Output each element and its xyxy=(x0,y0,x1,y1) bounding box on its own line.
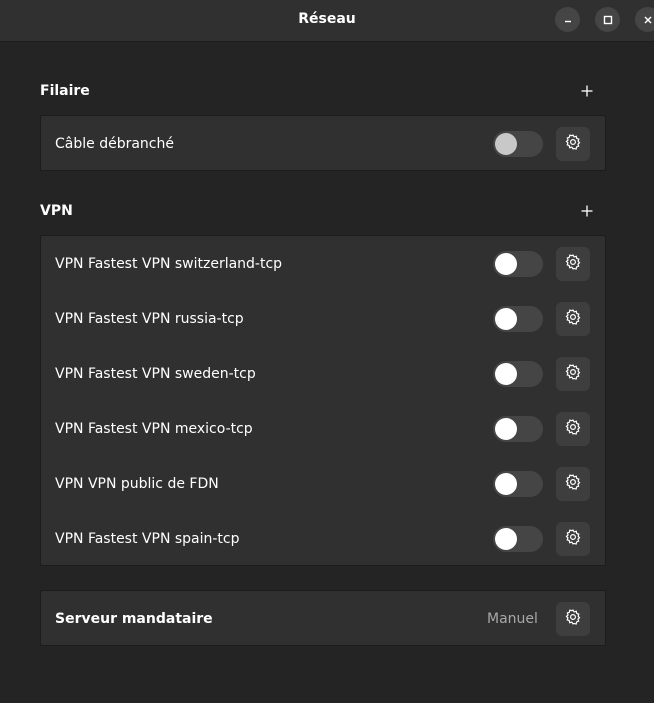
gear-icon xyxy=(564,473,582,495)
vpn-toggle[interactable] xyxy=(493,305,543,332)
proxy-label: Serveur mandataire xyxy=(55,610,213,627)
wired-toggle[interactable] xyxy=(493,130,543,157)
vpn-settings-button[interactable] xyxy=(556,301,590,336)
close-button[interactable] xyxy=(635,7,654,32)
vpn-toggle[interactable] xyxy=(493,525,543,552)
gear-icon xyxy=(564,363,582,385)
vpn-settings-button[interactable] xyxy=(556,411,590,446)
vpn-label: VPN Fastest VPN mexico-tcp xyxy=(55,420,253,437)
minimize-button[interactable] xyxy=(555,7,580,32)
gear-icon xyxy=(564,308,582,330)
vpn-card: VPN Fastest VPN switzerland-tcp VPN Fast… xyxy=(40,235,606,566)
gear-icon xyxy=(564,133,582,155)
plus-icon xyxy=(581,202,593,221)
list-item: VPN Fastest VPN mexico-tcp xyxy=(41,401,605,456)
gear-icon xyxy=(564,528,582,550)
wired-section-title: Filaire xyxy=(40,83,90,99)
plus-icon xyxy=(581,82,593,101)
proxy-mode-value: Manuel xyxy=(487,610,538,627)
maximize-icon xyxy=(603,15,613,25)
list-item: VPN Fastest VPN sweden-tcp xyxy=(41,346,605,401)
list-item: VPN Fastest VPN switzerland-tcp xyxy=(41,236,605,291)
title-bar: Réseau xyxy=(0,0,654,42)
wired-card: Câble débranché xyxy=(40,115,606,171)
list-item: VPN Fastest VPN russia-tcp xyxy=(41,291,605,346)
vpn-label: VPN VPN public de FDN xyxy=(55,475,219,492)
close-icon xyxy=(643,15,653,25)
vpn-settings-button[interactable] xyxy=(556,521,590,556)
vpn-toggle[interactable] xyxy=(493,360,543,387)
maximize-button[interactable] xyxy=(595,7,620,32)
vpn-label: VPN Fastest VPN spain-tcp xyxy=(55,530,240,547)
proxy-card: Serveur mandataire Manuel xyxy=(40,590,606,646)
vpn-label: VPN Fastest VPN russia-tcp xyxy=(55,310,244,327)
wired-settings-button[interactable] xyxy=(556,126,590,161)
gear-icon xyxy=(564,418,582,440)
list-item: VPN Fastest VPN spain-tcp xyxy=(41,511,605,566)
vpn-toggle[interactable] xyxy=(493,470,543,497)
network-settings-window: Réseau Filaire Câble débranché VPN VPN F… xyxy=(0,0,654,703)
gear-icon xyxy=(564,608,582,630)
vpn-toggle[interactable] xyxy=(493,250,543,277)
gear-icon xyxy=(564,253,582,275)
vpn-toggle[interactable] xyxy=(493,415,543,442)
wired-connection-label: Câble débranché xyxy=(55,135,174,152)
vpn-section-title: VPN xyxy=(40,203,73,219)
list-item: VPN VPN public de FDN xyxy=(41,456,605,511)
minimize-icon xyxy=(563,15,573,25)
proxy-settings-button[interactable] xyxy=(556,601,590,636)
vpn-settings-button[interactable] xyxy=(556,466,590,501)
vpn-label: VPN Fastest VPN switzerland-tcp xyxy=(55,255,283,272)
list-item: Câble débranché xyxy=(41,116,605,171)
vpn-settings-button[interactable] xyxy=(556,356,590,391)
add-vpn-button[interactable] xyxy=(578,202,596,220)
add-wired-button[interactable] xyxy=(578,82,596,100)
vpn-settings-button[interactable] xyxy=(556,246,590,281)
proxy-row[interactable]: Serveur mandataire Manuel xyxy=(41,591,605,646)
vpn-label: VPN Fastest VPN sweden-tcp xyxy=(55,365,256,382)
